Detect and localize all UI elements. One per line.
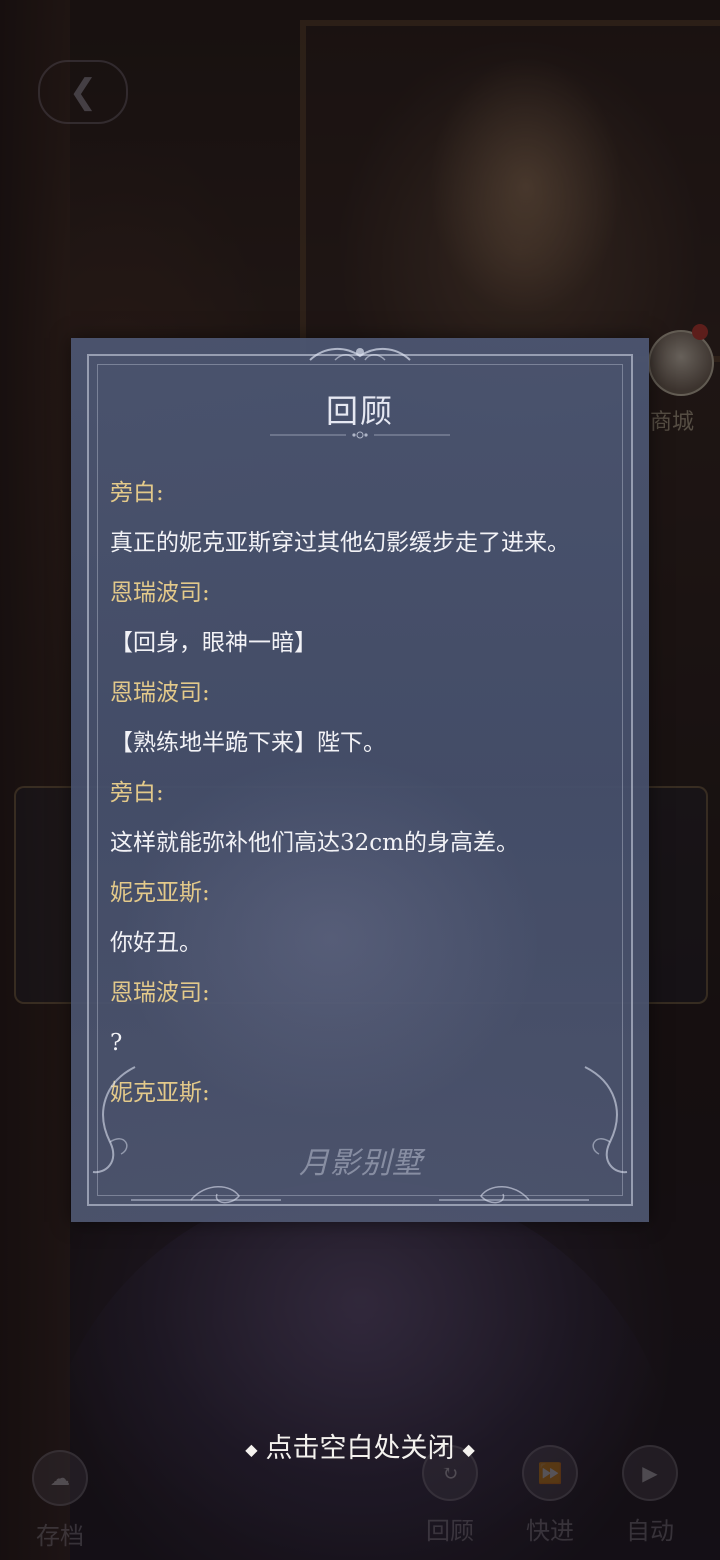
speaker-name: 妮克亚斯: — [110, 880, 210, 906]
dialogue-line: 这样就能弥补他们高达32cm的身高差。 — [110, 830, 519, 856]
speaker-name: 恩瑞波司: — [110, 980, 210, 1006]
dialogue-line: ? — [110, 1030, 123, 1056]
speaker-name: 旁白: — [110, 480, 164, 506]
review-panel[interactable]: 回顾 旁白: 真正的妮克亚斯穿过其他幻影缓步走了进来。 恩瑞波司: 【回身，眼神… — [71, 338, 649, 1222]
title-divider — [270, 431, 450, 439]
review-title: 回顾 — [325, 392, 394, 430]
diamond-icon: ◆ — [462, 1440, 475, 1459]
speaker-name: 旁白: — [110, 780, 164, 806]
dialogue-line: 【回身，眼神一暗】 — [110, 630, 317, 656]
dialogue-line: 你好丑。 — [110, 930, 202, 956]
close-hint-text: 点击空白处关闭 — [265, 1433, 455, 1464]
screen[interactable]: ❮ 商城 ☁ 存档 ↻ 回顾 ⏩ 快进 ▶ 自动 回顾 — [0, 0, 720, 1560]
top-ornament-icon — [309, 348, 411, 361]
dialogue-line: 真正的妮克亚斯穿过其他幻影缓步走了进来。 — [110, 530, 570, 556]
dialogue-line: 【熟练地半跪下来】陛下。 — [110, 730, 386, 756]
close-hint[interactable]: ◆ 点击空白处关闭 ◆ — [0, 1426, 720, 1465]
corner-ornament-icon — [584, 1066, 628, 1174]
corner-ornament-icon — [92, 1066, 136, 1174]
review-log[interactable]: 旁白: 真正的妮克亚斯穿过其他幻影缓步走了进来。 恩瑞波司: 【回身，眼神一暗】… — [110, 468, 619, 1118]
speaker-name: 妮克亚斯: — [110, 1080, 210, 1106]
speaker-name: 恩瑞波司: — [110, 580, 210, 606]
diamond-icon: ◆ — [245, 1440, 258, 1459]
speaker-name: 恩瑞波司: — [110, 680, 210, 706]
bottom-ornament-icon — [131, 1186, 589, 1204]
